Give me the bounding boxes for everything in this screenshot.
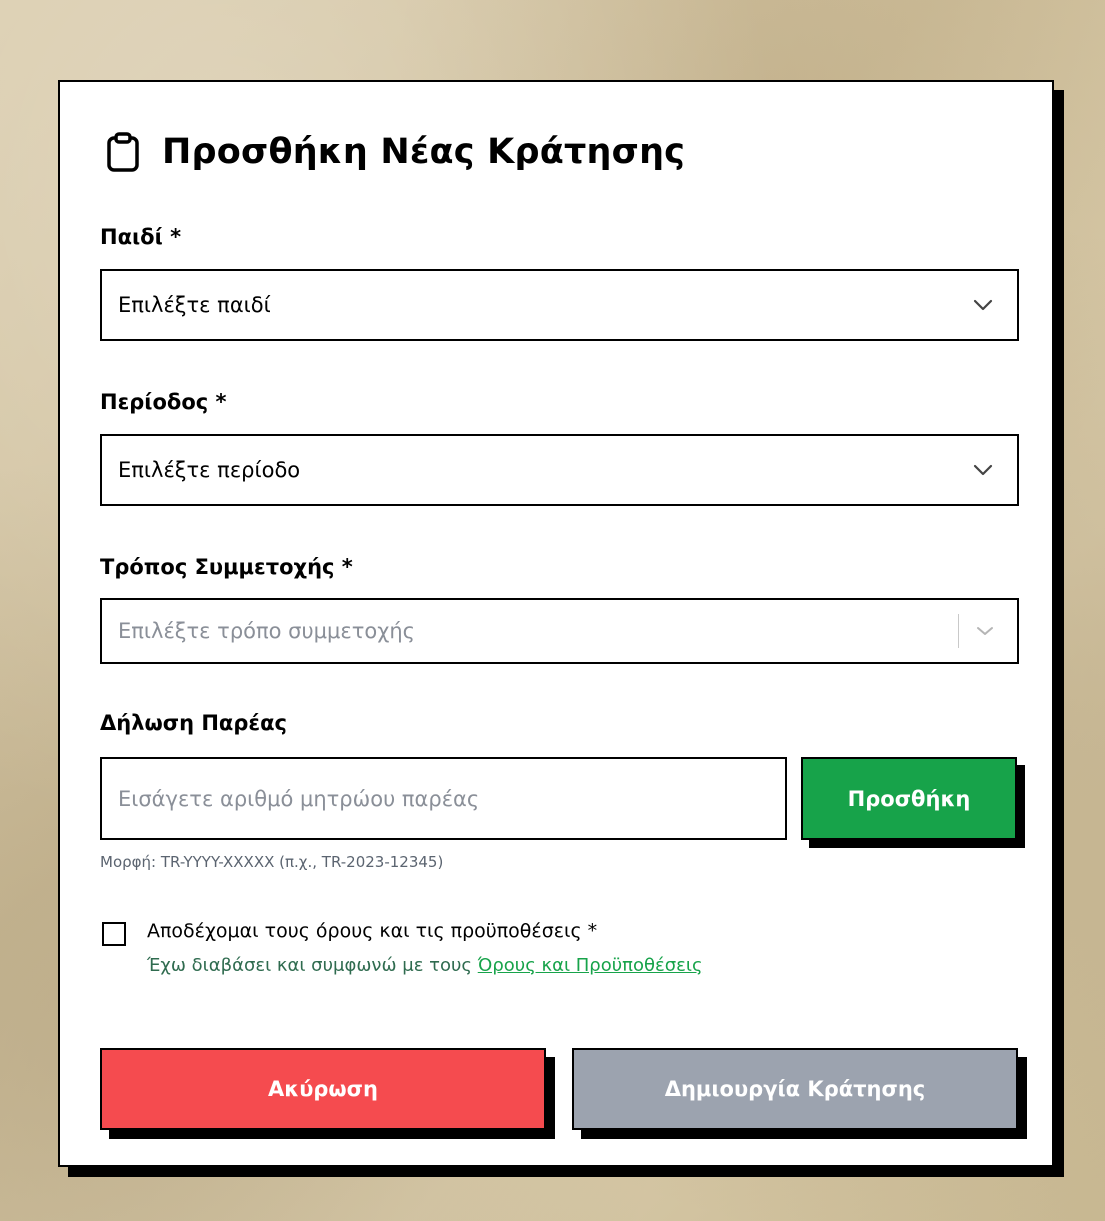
- new-booking-modal: Προσθήκη Νέας Κράτησης Παιδί * Επιλέξτε …: [58, 80, 1054, 1167]
- child-label: Παιδί *: [100, 225, 182, 249]
- participation-select[interactable]: Επιλέξτε τρόπο συμμετοχής: [100, 598, 1019, 664]
- cancel-button[interactable]: Ακύρωση: [100, 1048, 546, 1130]
- terms-subtext-text: Έχω διαβάσει και συμφωνώ με τους: [147, 955, 478, 976]
- period-label: Περίοδος *: [100, 390, 227, 414]
- chevron-down-icon: [977, 627, 993, 635]
- clipboard-icon: [107, 132, 139, 172]
- chevron-down-icon: [973, 299, 993, 311]
- period-select[interactable]: Επιλέξτε περίοδο: [100, 434, 1019, 506]
- period-select-value: Επιλέξτε περίοδο: [118, 458, 301, 482]
- terms-subtext: Έχω διαβάσει και συμφωνώ με τους Όρους κ…: [147, 955, 703, 976]
- terms-checkbox[interactable]: [102, 922, 126, 946]
- terms-link[interactable]: Όρους και Προϋποθέσεις: [478, 955, 703, 976]
- modal-header: Προσθήκη Νέας Κράτησης: [106, 132, 685, 172]
- participation-select-placeholder: Επιλέξτε τρόπο συμμετοχής: [118, 619, 415, 643]
- modal-title: Προσθήκη Νέας Κράτησης: [162, 132, 686, 172]
- add-group-button[interactable]: Προσθήκη: [801, 757, 1017, 840]
- select-divider: [958, 614, 959, 648]
- group-registry-input[interactable]: [100, 757, 787, 840]
- create-booking-button[interactable]: Δημιουργία Κράτησης: [572, 1048, 1018, 1130]
- participation-label: Τρόπος Συμμετοχής *: [100, 555, 353, 579]
- chevron-down-icon: [973, 464, 993, 476]
- group-format-hint: Μορφή: TR-YYYY-XXXXX (π.χ., TR-2023-1234…: [100, 853, 444, 871]
- child-select-value: Επιλέξτε παιδί: [118, 293, 271, 317]
- child-select[interactable]: Επιλέξτε παιδί: [100, 269, 1019, 341]
- group-label: Δήλωση Παρέας: [100, 711, 287, 735]
- terms-label: Αποδέχομαι τους όρους και τις προϋποθέσε…: [147, 920, 598, 942]
